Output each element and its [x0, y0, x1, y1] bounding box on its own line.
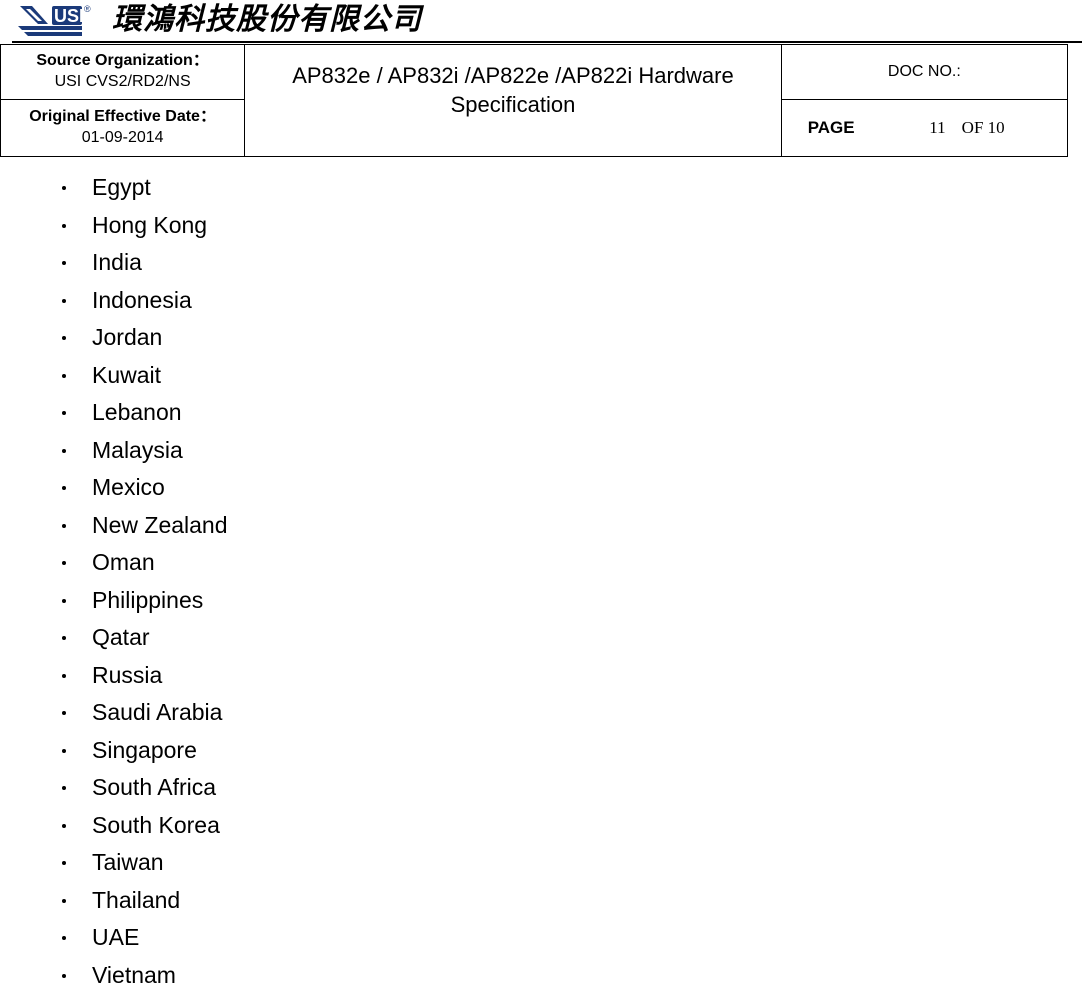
- country-list-item: Thailand: [0, 882, 228, 920]
- document-title: AP832e / AP832i /AP822e /AP822i Hardware…: [245, 45, 781, 157]
- company-logo: USI ® 環鴻科技股份有限公司: [18, 0, 422, 40]
- effective-date-value: 01-09-2014: [1, 127, 244, 149]
- bullet-icon: [62, 524, 66, 528]
- page-total: OF 10: [962, 118, 1005, 138]
- country-list-item: Saudi Arabia: [0, 694, 228, 732]
- bullet-icon: [62, 374, 66, 378]
- bullet-icon: [62, 674, 66, 678]
- page-number: 11 OF 10: [891, 100, 1067, 157]
- country-name: Oman: [92, 549, 155, 575]
- country-list-item: Russia: [0, 657, 228, 695]
- country-name: Philippines: [92, 587, 203, 613]
- bullet-icon: [62, 224, 66, 228]
- country-list-item: UAE: [0, 919, 228, 957]
- country-list-item: Philippines: [0, 582, 228, 620]
- country-name: Egypt: [92, 174, 151, 200]
- country-list-item: South Africa: [0, 769, 228, 807]
- bullet-icon: [62, 449, 66, 453]
- country-list-item: India: [0, 244, 228, 282]
- bullet-icon: [62, 936, 66, 940]
- country-list-item: Malaysia: [0, 432, 228, 470]
- bullet-icon: [62, 711, 66, 715]
- bullet-icon: [62, 749, 66, 753]
- doc-number-label: DOC NO.:: [781, 45, 1067, 100]
- bullet-icon: [62, 861, 66, 865]
- country-name: Saudi Arabia: [92, 699, 222, 725]
- country-list-item: Qatar: [0, 619, 228, 657]
- country-name: Qatar: [92, 624, 150, 650]
- usi-logo-icon: USI ®: [18, 2, 110, 38]
- bullet-icon: [62, 486, 66, 490]
- country-list-item: Taiwan: [0, 844, 228, 882]
- country-name: UAE: [92, 924, 139, 950]
- bullet-icon: [62, 824, 66, 828]
- document-header-table: Source Organization： USI CVS2/RD2/NS AP8…: [0, 44, 1068, 157]
- bullet-icon: [62, 299, 66, 303]
- bullet-icon: [62, 974, 66, 978]
- bullet-icon: [62, 561, 66, 565]
- bullet-icon: [62, 261, 66, 265]
- country-name: Kuwait: [92, 362, 161, 388]
- bullet-icon: [62, 599, 66, 603]
- country-list-item: Mexico: [0, 469, 228, 507]
- country-list-item: Indonesia: [0, 282, 228, 320]
- bullet-icon: [62, 899, 66, 903]
- country-name: Taiwan: [92, 849, 164, 875]
- logo-text: USI: [54, 6, 84, 26]
- country-list-item: Egypt: [0, 169, 228, 207]
- country-list-item: South Korea: [0, 807, 228, 845]
- source-organization-cell: Source Organization： USI CVS2/RD2/NS: [1, 45, 245, 100]
- country-list-item: Oman: [0, 544, 228, 582]
- page-label: PAGE: [781, 100, 891, 157]
- bullet-icon: [62, 186, 66, 190]
- country-list-item: Hong Kong: [0, 207, 228, 245]
- country-list-item: Vietnam: [0, 957, 228, 994]
- country-name: Russia: [92, 662, 162, 688]
- svg-text:®: ®: [84, 4, 91, 14]
- country-name: India: [92, 249, 142, 275]
- bullet-icon: [62, 636, 66, 640]
- country-name: South Korea: [92, 812, 220, 838]
- country-name: Indonesia: [92, 287, 192, 313]
- country-list-item: New Zealand: [0, 507, 228, 545]
- source-organization-label: Source Organization：: [1, 51, 244, 71]
- country-list-item: Singapore: [0, 732, 228, 770]
- country-name: Jordan: [92, 324, 162, 350]
- country-name: Hong Kong: [92, 212, 207, 238]
- country-name: Mexico: [92, 474, 165, 500]
- header-rule: [12, 41, 1082, 43]
- country-name: Singapore: [92, 737, 197, 763]
- country-list-item: Jordan: [0, 319, 228, 357]
- country-list: Egypt Hong Kong India Indonesia Jordan Kuwait…: [0, 169, 228, 994]
- country-name: New Zealand: [92, 512, 228, 538]
- source-organization-value: USI CVS2/RD2/NS: [1, 71, 244, 93]
- country-name: South Africa: [92, 774, 216, 800]
- bullet-icon: [62, 786, 66, 790]
- country-list-item: Kuwait: [0, 357, 228, 395]
- effective-date-label: Original Effective Date：: [1, 107, 244, 127]
- company-name-cn: 環鴻科技股份有限公司: [112, 2, 422, 38]
- bullet-icon: [62, 411, 66, 415]
- effective-date-cell: Original Effective Date： 01-09-2014: [1, 100, 245, 157]
- country-name: Malaysia: [92, 437, 183, 463]
- country-name: Thailand: [92, 887, 180, 913]
- page-current: 11: [929, 118, 945, 138]
- country-name: Lebanon: [92, 399, 182, 425]
- country-list-item: Lebanon: [0, 394, 228, 432]
- bullet-icon: [62, 336, 66, 340]
